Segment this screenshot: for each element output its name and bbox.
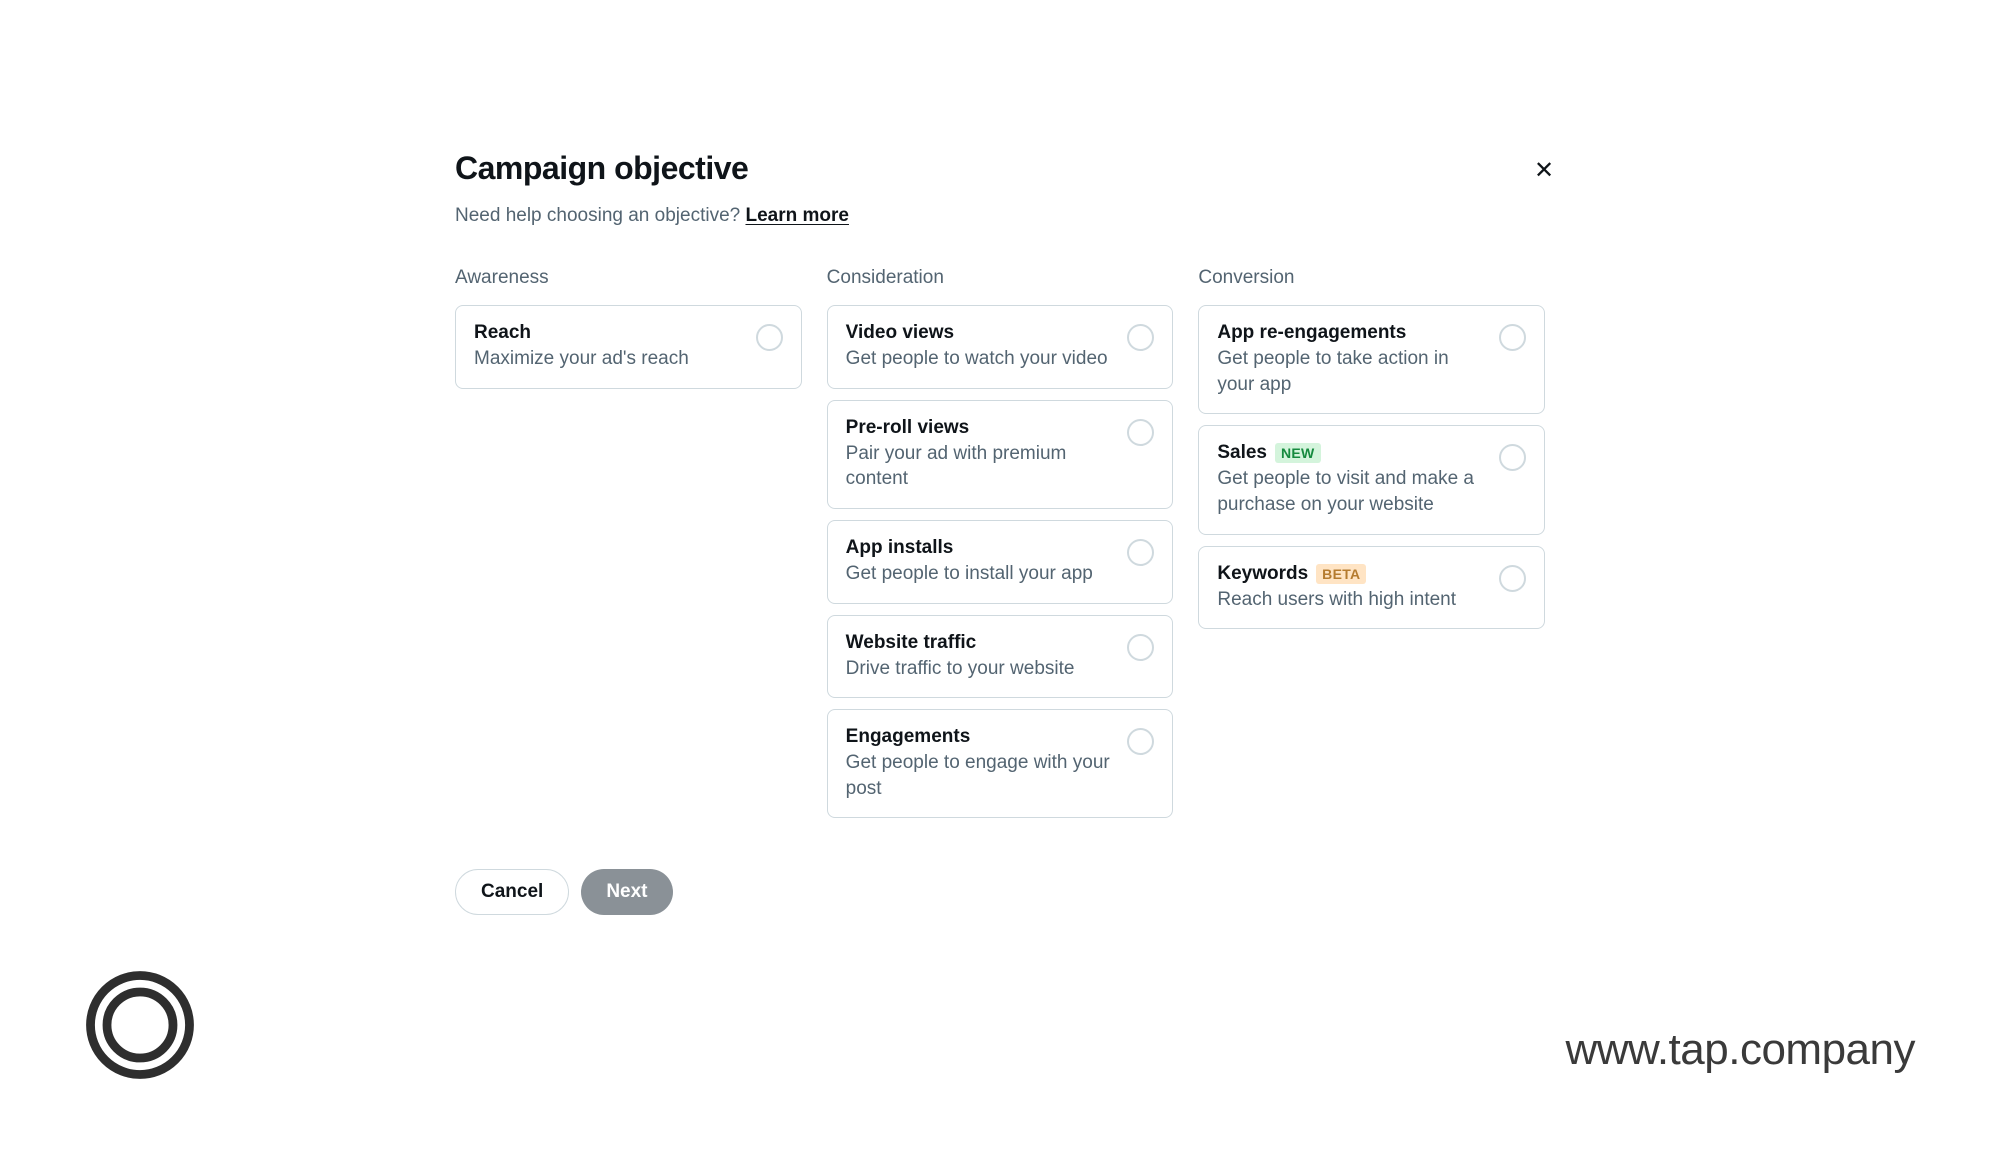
radio-button[interactable]: [1499, 444, 1526, 471]
option-app-installs[interactable]: App installs Get people to install your …: [827, 520, 1174, 604]
option-title-text: Sales: [1217, 442, 1267, 464]
modal-title: Campaign objective: [455, 150, 1545, 187]
option-title: Pre-roll views: [846, 417, 1118, 439]
badge-new: NEW: [1275, 443, 1321, 463]
option-title: Reach: [474, 322, 746, 344]
column-consideration: Consideration Video views Get people to …: [827, 267, 1174, 829]
option-engagements[interactable]: Engagements Get people to engage with yo…: [827, 709, 1174, 818]
option-desc: Get people to visit and make a purchase …: [1217, 466, 1489, 517]
option-desc: Get people to engage with your post: [846, 750, 1118, 801]
option-desc: Get people to watch your video: [846, 346, 1118, 372]
option-video-views[interactable]: Video views Get people to watch your vid…: [827, 305, 1174, 389]
help-text: Need help choosing an objective? Learn m…: [455, 205, 1545, 227]
column-awareness: Awareness Reach Maximize your ad's reach: [455, 267, 802, 829]
option-title: Video views: [846, 322, 1118, 344]
option-desc: Drive traffic to your website: [846, 656, 1118, 682]
option-desc: Pair your ad with premium content: [846, 441, 1118, 492]
option-content: App re-engagements Get people to take ac…: [1217, 322, 1499, 397]
option-title: Website traffic: [846, 632, 1118, 654]
option-app-reengagements[interactable]: App re-engagements Get people to take ac…: [1198, 305, 1545, 414]
badge-beta: BETA: [1316, 564, 1366, 584]
option-title: Sales NEW: [1217, 442, 1489, 464]
option-desc: Maximize your ad's reach: [474, 346, 746, 372]
campaign-objective-modal: Campaign objective Need help choosing an…: [455, 150, 1545, 915]
option-content: Video views Get people to watch your vid…: [846, 322, 1128, 372]
cancel-button[interactable]: Cancel: [455, 869, 569, 915]
option-content: Sales NEW Get people to visit and make a…: [1217, 442, 1499, 517]
radio-button[interactable]: [1127, 634, 1154, 661]
option-website-traffic[interactable]: Website traffic Drive traffic to your we…: [827, 615, 1174, 699]
option-content: Keywords BETA Reach users with high inte…: [1217, 563, 1499, 613]
modal-footer: Cancel Next: [455, 869, 1545, 915]
next-button[interactable]: Next: [581, 869, 672, 915]
option-content: Pre-roll views Pair your ad with premium…: [846, 417, 1128, 492]
option-preroll-views[interactable]: Pre-roll views Pair your ad with premium…: [827, 400, 1174, 509]
option-sales[interactable]: Sales NEW Get people to visit and make a…: [1198, 425, 1545, 534]
radio-button[interactable]: [1499, 324, 1526, 351]
option-title: Engagements: [846, 726, 1118, 748]
radio-button[interactable]: [1127, 539, 1154, 566]
column-header-awareness: Awareness: [455, 267, 802, 289]
option-reach[interactable]: Reach Maximize your ad's reach: [455, 305, 802, 389]
option-content: App installs Get people to install your …: [846, 537, 1128, 587]
option-content: Reach Maximize your ad's reach: [474, 322, 756, 372]
option-desc: Reach users with high intent: [1217, 587, 1489, 613]
option-content: Engagements Get people to engage with yo…: [846, 726, 1128, 801]
radio-button[interactable]: [1127, 728, 1154, 755]
option-title: App re-engagements: [1217, 322, 1489, 344]
learn-more-link[interactable]: Learn more: [745, 205, 848, 226]
column-conversion: Conversion App re-engagements Get people…: [1198, 267, 1545, 829]
radio-button[interactable]: [1127, 419, 1154, 446]
radio-button[interactable]: [1499, 565, 1526, 592]
logo-icon: [85, 970, 195, 1080]
option-keywords[interactable]: Keywords BETA Reach users with high inte…: [1198, 546, 1545, 630]
option-content: Website traffic Drive traffic to your we…: [846, 632, 1128, 682]
column-header-consideration: Consideration: [827, 267, 1174, 289]
branding-url: www.tap.company: [1565, 1025, 1915, 1075]
option-title: Keywords BETA: [1217, 563, 1489, 585]
option-desc: Get people to install your app: [846, 561, 1118, 587]
column-header-conversion: Conversion: [1198, 267, 1545, 289]
help-text-prefix: Need help choosing an objective?: [455, 205, 745, 226]
option-title: App installs: [846, 537, 1118, 559]
option-desc: Get people to take action in your app: [1217, 346, 1489, 397]
radio-button[interactable]: [1127, 324, 1154, 351]
radio-button[interactable]: [756, 324, 783, 351]
objective-columns: Awareness Reach Maximize your ad's reach…: [455, 267, 1545, 829]
option-title-text: Keywords: [1217, 563, 1308, 585]
